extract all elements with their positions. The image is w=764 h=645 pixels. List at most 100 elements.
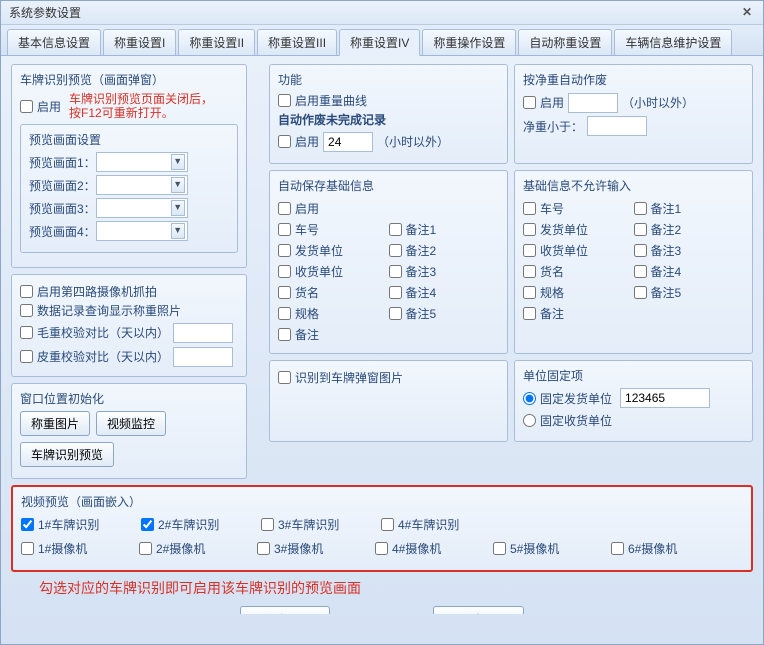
- auto-void-enable[interactable]: 启用: [278, 133, 319, 150]
- auto-save-item[interactable]: 备注5: [389, 305, 500, 322]
- chevron-down-icon[interactable]: ▼: [171, 223, 185, 239]
- auto-void-label: 自动作废未完成记录: [278, 111, 499, 128]
- auto-save-item[interactable]: 备注4: [389, 284, 500, 301]
- auto-save-item[interactable]: 收货单位: [278, 263, 389, 280]
- camera-3[interactable]: 3#摄像机: [257, 540, 375, 557]
- window-init-group: 窗口位置初始化 称重图片 视频监控 车牌识别预览: [11, 383, 247, 479]
- camera-1[interactable]: 1#摄像机: [21, 540, 139, 557]
- plate-note-2: 按F12可重新打开。: [69, 106, 213, 120]
- tab-content: 车牌识别预览（画面弹窗） 启用 车牌识别预览页面关闭后， 按F12可重新打开。 …: [1, 56, 763, 614]
- show-weigh-photo[interactable]: 数据记录查询显示称重照片: [20, 302, 238, 319]
- pv2-label: 预览画面2：: [29, 177, 96, 194]
- no-input-item[interactable]: 备注2: [634, 221, 745, 238]
- close-icon[interactable]: ✕: [739, 5, 755, 21]
- no-input-item[interactable]: 备注3: [634, 242, 745, 259]
- auto-save-item[interactable]: 启用: [278, 200, 389, 217]
- tab-4[interactable]: 称重设置IV: [339, 29, 420, 56]
- pv2-combo[interactable]: ▼: [96, 175, 188, 195]
- plate-preview-button[interactable]: 车牌识别预览: [20, 442, 114, 467]
- weigh-pic-button[interactable]: 称重图片: [20, 411, 90, 436]
- no-input-group: 基础信息不允许输入 车号备注1发货单位备注2收货单位备注3货名备注4规格备注5备…: [514, 170, 753, 354]
- plate-preview-title: 车牌识别预览（画面弹窗）: [20, 71, 238, 88]
- net-auto-title: 按净重自动作废: [523, 71, 744, 88]
- net-auto-hours[interactable]: [568, 93, 618, 113]
- auto-save-item[interactable]: 备注2: [389, 242, 500, 259]
- auto-void-unit: （小时以外）: [377, 133, 449, 150]
- camera-4[interactable]: 4#摄像机: [375, 540, 493, 557]
- auto-void-hours[interactable]: [323, 132, 373, 152]
- tab-7[interactable]: 车辆信息维护设置: [614, 29, 732, 55]
- pv3-label: 预览画面3：: [29, 200, 96, 217]
- camera-5[interactable]: 5#摄像机: [493, 540, 611, 557]
- gross-verify-input[interactable]: [173, 323, 233, 343]
- window-init-title: 窗口位置初始化: [20, 390, 238, 407]
- no-input-item[interactable]: 发货单位: [523, 221, 634, 238]
- auto-save-item: [389, 326, 500, 343]
- cancel-button[interactable]: 取消(C): [433, 606, 524, 614]
- auto-save-group: 自动保存基础信息 启用车号备注1发货单位备注2收货单位备注3货名备注4规格备注5…: [269, 170, 508, 354]
- tare-verify-input[interactable]: [173, 347, 233, 367]
- fixed-unit-group: 单位固定项 固定发货单位 固定收货单位: [514, 360, 753, 442]
- auto-save-title: 自动保存基础信息: [278, 177, 499, 194]
- pv1-combo[interactable]: ▼: [96, 152, 188, 172]
- tab-1[interactable]: 称重设置I: [103, 29, 176, 55]
- net-less-input[interactable]: [587, 116, 647, 136]
- camera-2[interactable]: 2#摄像机: [139, 540, 257, 557]
- tab-0[interactable]: 基本信息设置: [7, 29, 101, 55]
- fixed-unit-value[interactable]: [620, 388, 710, 408]
- tab-6[interactable]: 自动称重设置: [518, 29, 612, 55]
- cam4-capture[interactable]: 启用第四路摄像机抓拍: [20, 283, 238, 300]
- no-input-item[interactable]: 货名: [523, 263, 634, 280]
- fixed-send-radio[interactable]: 固定发货单位: [523, 388, 744, 408]
- pv1-label: 预览画面1：: [29, 154, 96, 171]
- enable-plate-preview[interactable]: 启用: [20, 98, 61, 115]
- tare-verify[interactable]: 皮重校验对比（天以内）: [20, 348, 169, 365]
- plate-rec-1[interactable]: 1#车牌识别: [21, 516, 141, 533]
- video-monitor-button[interactable]: 视频监控: [96, 411, 166, 436]
- no-input-item[interactable]: 收货单位: [523, 242, 634, 259]
- auto-save-item[interactable]: 备注: [278, 326, 389, 343]
- no-input-item[interactable]: 备注5: [634, 284, 745, 301]
- auto-save-item[interactable]: 备注3: [389, 263, 500, 280]
- plate-rec-4[interactable]: 4#车牌识别: [381, 516, 501, 533]
- plate-rec-2[interactable]: 2#车牌识别: [141, 516, 261, 533]
- auto-save-item[interactable]: 规格: [278, 305, 389, 322]
- pv3-combo[interactable]: ▼: [96, 198, 188, 218]
- auto-save-item[interactable]: 发货单位: [278, 242, 389, 259]
- net-auto-unit: （小时以外）: [622, 94, 694, 111]
- enable-weight-curve[interactable]: 启用重量曲线: [278, 92, 499, 109]
- rec-plate-popup[interactable]: 识别到车牌弹窗图片: [278, 369, 499, 386]
- no-input-item[interactable]: 备注1: [634, 200, 745, 217]
- no-input-item[interactable]: 备注4: [634, 263, 745, 280]
- auto-save-item[interactable]: 备注1: [389, 221, 500, 238]
- tab-2[interactable]: 称重设置II: [178, 29, 255, 55]
- footer: 保存(S) 取消(C): [11, 598, 753, 614]
- video-embed-group: 视频预览（画面嵌入） 1#车牌识别2#车牌识别3#车牌识别4#车牌识别 1#摄像…: [11, 485, 753, 572]
- chevron-down-icon[interactable]: ▼: [171, 154, 185, 170]
- plate-rec-3[interactable]: 3#车牌识别: [261, 516, 381, 533]
- no-input-item[interactable]: 车号: [523, 200, 634, 217]
- tab-3[interactable]: 称重设置III: [257, 29, 337, 55]
- pv4-combo[interactable]: ▼: [96, 221, 188, 241]
- no-input-item[interactable]: 规格: [523, 284, 634, 301]
- auto-save-item[interactable]: 车号: [278, 221, 389, 238]
- no-input-item: [634, 305, 745, 322]
- auto-save-item[interactable]: 货名: [278, 284, 389, 301]
- gross-verify[interactable]: 毛重校验对比（天以内）: [20, 324, 169, 341]
- chevron-down-icon[interactable]: ▼: [171, 177, 185, 193]
- chevron-down-icon[interactable]: ▼: [171, 200, 185, 216]
- fixed-unit-title: 单位固定项: [523, 367, 744, 384]
- plate-preview-group: 车牌识别预览（画面弹窗） 启用 车牌识别预览页面关闭后， 按F12可重新打开。 …: [11, 64, 247, 268]
- function-group: 功能 启用重量曲线 自动作废未完成记录 启用 （小时以外）: [269, 64, 508, 164]
- left-checks-group: 启用第四路摄像机抓拍 数据记录查询显示称重照片 毛重校验对比（天以内） 皮重校验…: [11, 274, 247, 377]
- tab-5[interactable]: 称重操作设置: [422, 29, 516, 55]
- camera-6[interactable]: 6#摄像机: [611, 540, 729, 557]
- settings-window: 系统参数设置 ✕ 基本信息设置称重设置I称重设置II称重设置III称重设置IV称…: [0, 0, 764, 645]
- rec-plate-group: 识别到车牌弹窗图片: [269, 360, 508, 442]
- net-auto-enable[interactable]: 启用: [523, 94, 564, 111]
- no-input-item[interactable]: 备注: [523, 305, 634, 322]
- fixed-recv-radio[interactable]: 固定收货单位: [523, 412, 744, 429]
- plate-note-1: 车牌识别预览页面关闭后，: [69, 92, 213, 106]
- net-less-label: 净重小于：: [523, 118, 583, 135]
- save-button[interactable]: 保存(S): [240, 606, 330, 614]
